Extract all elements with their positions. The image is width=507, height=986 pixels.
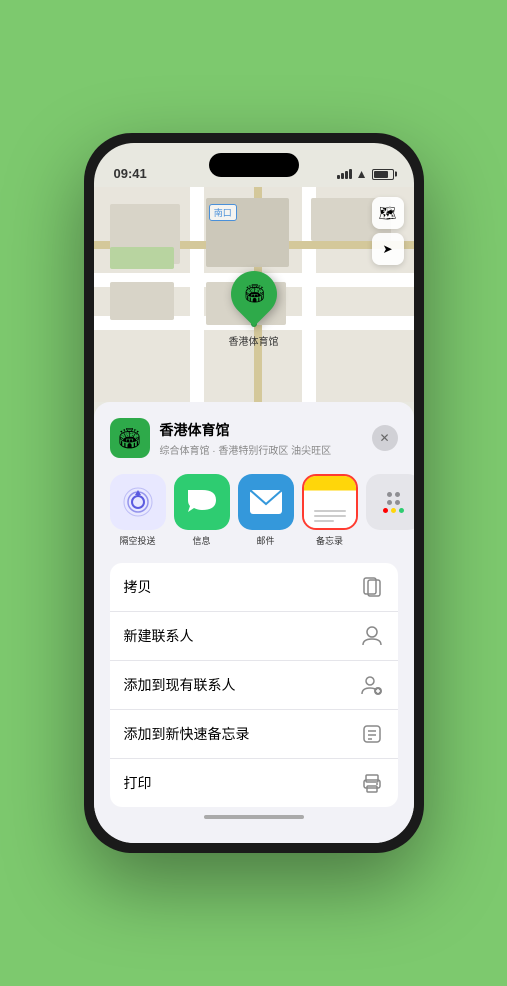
location-button[interactable]: ➤ — [372, 233, 404, 265]
share-item-mail[interactable]: 邮件 — [238, 474, 294, 547]
venue-subtitle: 综合体育馆 · 香港特别行政区 油尖旺区 — [160, 442, 372, 457]
airdrop-icon — [110, 474, 166, 530]
airdrop-label: 隔空投送 — [119, 534, 155, 547]
mail-label: 邮件 — [256, 534, 274, 547]
building-3 — [110, 282, 174, 321]
copy-label: 拷贝 — [124, 577, 152, 597]
close-button[interactable]: ✕ — [372, 425, 398, 451]
notes-icon-wrapper — [302, 474, 358, 530]
message-icon — [174, 474, 230, 530]
print-label: 打印 — [124, 773, 152, 793]
menu-item-copy[interactable]: 拷贝 — [110, 563, 398, 612]
add-note-label: 添加到新快速备忘录 — [124, 724, 250, 744]
pin-label: 香港体育馆 — [229, 333, 279, 348]
signal-bars-icon — [337, 169, 352, 179]
print-icon — [360, 771, 384, 795]
status-icons: ▲ — [337, 167, 394, 181]
menu-list: 拷贝 新建联系人 — [110, 563, 398, 807]
map-controls: 🗺 ➤ — [372, 197, 404, 269]
share-item-airdrop[interactable]: 隔空投送 — [110, 474, 166, 547]
home-bar — [204, 815, 304, 819]
add-existing-label: 添加到现有联系人 — [124, 675, 236, 695]
share-item-more[interactable] — [366, 474, 414, 547]
status-time: 09:41 — [114, 166, 147, 181]
phone-screen: 09:41 ▲ — [94, 143, 414, 843]
venue-icon: 🏟 — [110, 418, 150, 458]
menu-item-add-note[interactable]: 添加到新快速备忘录 — [110, 710, 398, 759]
share-item-message[interactable]: 信息 — [174, 474, 230, 547]
battery-icon — [372, 169, 394, 180]
venue-header: 🏟 香港体育馆 综合体育馆 · 香港特别行政区 油尖旺区 ✕ — [110, 418, 398, 458]
map-label-nankou: 南口 — [209, 204, 237, 221]
location-pin: 🏟 香港体育馆 — [229, 269, 279, 348]
pin-stadium-icon: 🏟 — [242, 283, 265, 304]
phone-frame: 09:41 ▲ — [84, 133, 424, 853]
wifi-icon: ▲ — [356, 167, 368, 181]
home-indicator — [110, 807, 398, 827]
mail-icon — [238, 474, 294, 530]
menu-item-add-existing[interactable]: 添加到现有联系人 — [110, 661, 398, 710]
message-label: 信息 — [192, 534, 210, 547]
green-area — [110, 247, 174, 269]
person-icon — [360, 624, 384, 648]
copy-icon — [360, 575, 384, 599]
map-area[interactable]: 南口 🗺 ➤ 🏟 香港体育馆 — [94, 187, 414, 402]
new-contact-label: 新建联系人 — [124, 626, 194, 646]
road-vertical — [190, 187, 204, 402]
bottom-sheet: 🏟 香港体育馆 综合体育馆 · 香港特别行政区 油尖旺区 ✕ — [94, 402, 414, 843]
venue-name: 香港体育馆 — [160, 420, 372, 440]
venue-info: 香港体育馆 综合体育馆 · 香港特别行政区 油尖旺区 — [160, 420, 372, 457]
dynamic-island — [209, 153, 299, 177]
notes-label: 备忘录 — [316, 534, 343, 547]
person-add-icon — [360, 673, 384, 697]
menu-item-new-contact[interactable]: 新建联系人 — [110, 612, 398, 661]
map-type-button[interactable]: 🗺 — [372, 197, 404, 229]
share-item-notes[interactable]: 备忘录 — [302, 474, 358, 547]
more-icon — [366, 474, 414, 530]
notes-lines — [314, 510, 346, 522]
note-icon — [360, 722, 384, 746]
menu-item-print[interactable]: 打印 — [110, 759, 398, 807]
share-row: 隔空投送 信息 — [110, 474, 398, 547]
